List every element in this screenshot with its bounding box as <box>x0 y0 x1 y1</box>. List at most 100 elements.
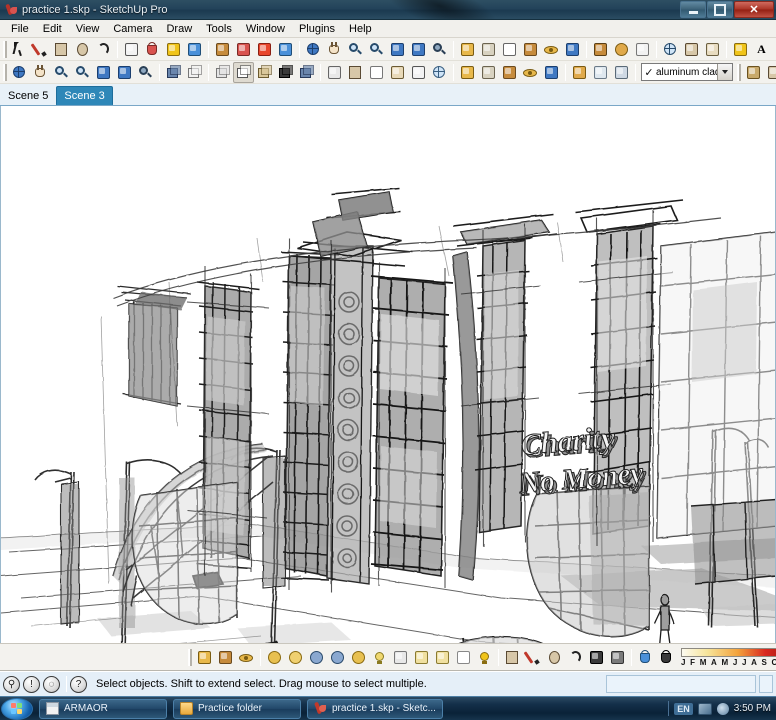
layer-manager[interactable] <box>743 62 764 83</box>
style-shaded[interactable] <box>366 62 387 83</box>
toggle-terrain[interactable] <box>702 39 723 60</box>
month-gradient-slider[interactable] <box>681 647 776 657</box>
make-component[interactable] <box>590 39 611 60</box>
toolbar-grip[interactable] <box>737 63 741 81</box>
freehand-bottom[interactable] <box>607 647 628 668</box>
look-around-bottom[interactable] <box>236 647 257 668</box>
front-view[interactable] <box>212 62 233 83</box>
style-textured[interactable] <box>387 62 408 83</box>
paint-material[interactable] <box>611 39 632 60</box>
style-wireframe[interactable] <box>324 62 345 83</box>
zoom-window-tool[interactable] <box>366 39 387 60</box>
help-icon[interactable]: ? <box>70 675 87 693</box>
scene-tab-scene-5[interactable]: Scene 5 <box>0 86 57 105</box>
iso-view[interactable] <box>163 62 184 83</box>
section-plane-bottom[interactable] <box>194 647 215 668</box>
polygon-bottom[interactable] <box>586 647 607 668</box>
geo-location-icon[interactable]: ⚲ <box>3 675 20 693</box>
bottom-view[interactable] <box>296 62 317 83</box>
language-indicator[interactable]: EN <box>674 702 693 715</box>
network-icon[interactable] <box>697 702 712 715</box>
circle-bottom[interactable] <box>544 647 565 668</box>
orbit-tool-2[interactable] <box>9 62 30 83</box>
circle-tool[interactable] <box>72 39 93 60</box>
display-section-planes[interactable] <box>478 39 499 60</box>
light-bulb[interactable] <box>369 647 390 668</box>
chevron-down-icon[interactable] <box>717 64 732 80</box>
move-tool[interactable] <box>163 39 184 60</box>
zoom-tool[interactable] <box>345 39 366 60</box>
position-camera-2[interactable] <box>541 62 562 83</box>
next-view-tool[interactable] <box>408 39 429 60</box>
paint-bucket-tool[interactable] <box>142 39 163 60</box>
next-view-2[interactable] <box>114 62 135 83</box>
loading-icon[interactable]: ◌ <box>43 675 60 693</box>
arc-bottom[interactable] <box>565 647 586 668</box>
rotate-tool[interactable] <box>184 39 205 60</box>
material-gold-swatch[interactable] <box>285 647 306 668</box>
position-camera-tool[interactable] <box>562 39 583 60</box>
section-plane-2[interactable] <box>457 62 478 83</box>
display-section-cuts[interactable] <box>499 39 520 60</box>
material-y-swatch[interactable] <box>348 647 369 668</box>
walk-bottom[interactable] <box>215 647 236 668</box>
menu-tools[interactable]: Tools <box>199 21 239 37</box>
previous-view-tool[interactable] <box>387 39 408 60</box>
scene-tab-scene-3[interactable]: Scene 3 <box>56 86 113 105</box>
menu-file[interactable]: File <box>4 21 36 37</box>
material-m-swatch[interactable] <box>264 647 285 668</box>
taskbar-item-practice-folder[interactable]: Practice folder <box>173 698 301 719</box>
arc-tool[interactable] <box>93 39 114 60</box>
push-pull-tool[interactable] <box>212 39 233 60</box>
top-view[interactable] <box>184 62 205 83</box>
rectangle-tool[interactable] <box>51 39 72 60</box>
model-viewport[interactable]: Charity Charity No Money No Money <box>0 106 776 643</box>
look-around-tool[interactable] <box>541 39 562 60</box>
minimize-button[interactable] <box>680 1 706 18</box>
material-r-swatch[interactable] <box>306 647 327 668</box>
fog-toggle[interactable] <box>590 62 611 83</box>
outliner-toggle[interactable] <box>632 39 653 60</box>
credits-icon[interactable]: ! <box>23 675 40 693</box>
eraser-tool[interactable] <box>121 39 142 60</box>
left-view[interactable] <box>275 62 296 83</box>
menu-view[interactable]: View <box>69 21 107 37</box>
start-orb[interactable] <box>1 697 33 720</box>
add-location[interactable] <box>660 39 681 60</box>
toolbar-grip[interactable] <box>3 63 7 81</box>
zoom-tool-2[interactable] <box>51 62 72 83</box>
pan-tool-2[interactable] <box>30 62 51 83</box>
point-light[interactable] <box>432 647 453 668</box>
shadow-date-control[interactable]: JFMAMJJASOND 06:43 AM Noo <box>681 647 776 667</box>
paint-blue-bucket[interactable] <box>635 647 656 668</box>
menu-camera[interactable]: Camera <box>106 21 159 37</box>
measurement-field[interactable] <box>606 675 756 693</box>
dimension-tool[interactable] <box>730 39 751 60</box>
look-around-2[interactable] <box>520 62 541 83</box>
menu-edit[interactable]: Edit <box>36 21 69 37</box>
area-light[interactable] <box>411 647 432 668</box>
material-select[interactable]: ✓ aluminum clad <box>641 63 733 81</box>
menu-help[interactable]: Help <box>342 21 379 37</box>
shadow-settings[interactable] <box>569 62 590 83</box>
ies-light[interactable] <box>453 647 474 668</box>
section-plane-tool[interactable] <box>457 39 478 60</box>
scale-tool[interactable] <box>233 39 254 60</box>
previous-view-2[interactable] <box>93 62 114 83</box>
taskbar-item-sketchup[interactable]: practice 1.skp - Sketc... <box>307 698 443 719</box>
walk-tool[interactable] <box>520 39 541 60</box>
resize-grip[interactable] <box>759 675 773 693</box>
rectangle-bottom[interactable] <box>502 647 523 668</box>
style-monochrome[interactable] <box>408 62 429 83</box>
toolbar-grip[interactable] <box>3 40 7 58</box>
style-hidden-line[interactable] <box>345 62 366 83</box>
offset-tool[interactable] <box>275 39 296 60</box>
paint-dark-bucket[interactable] <box>656 647 677 668</box>
right-view[interactable] <box>233 61 254 83</box>
toolbar-grip[interactable] <box>188 648 192 666</box>
sun-light[interactable] <box>474 647 495 668</box>
back-view[interactable] <box>254 62 275 83</box>
orbit-tool[interactable] <box>303 39 324 60</box>
follow-me-tool[interactable] <box>254 39 275 60</box>
style-xray[interactable] <box>429 62 450 83</box>
